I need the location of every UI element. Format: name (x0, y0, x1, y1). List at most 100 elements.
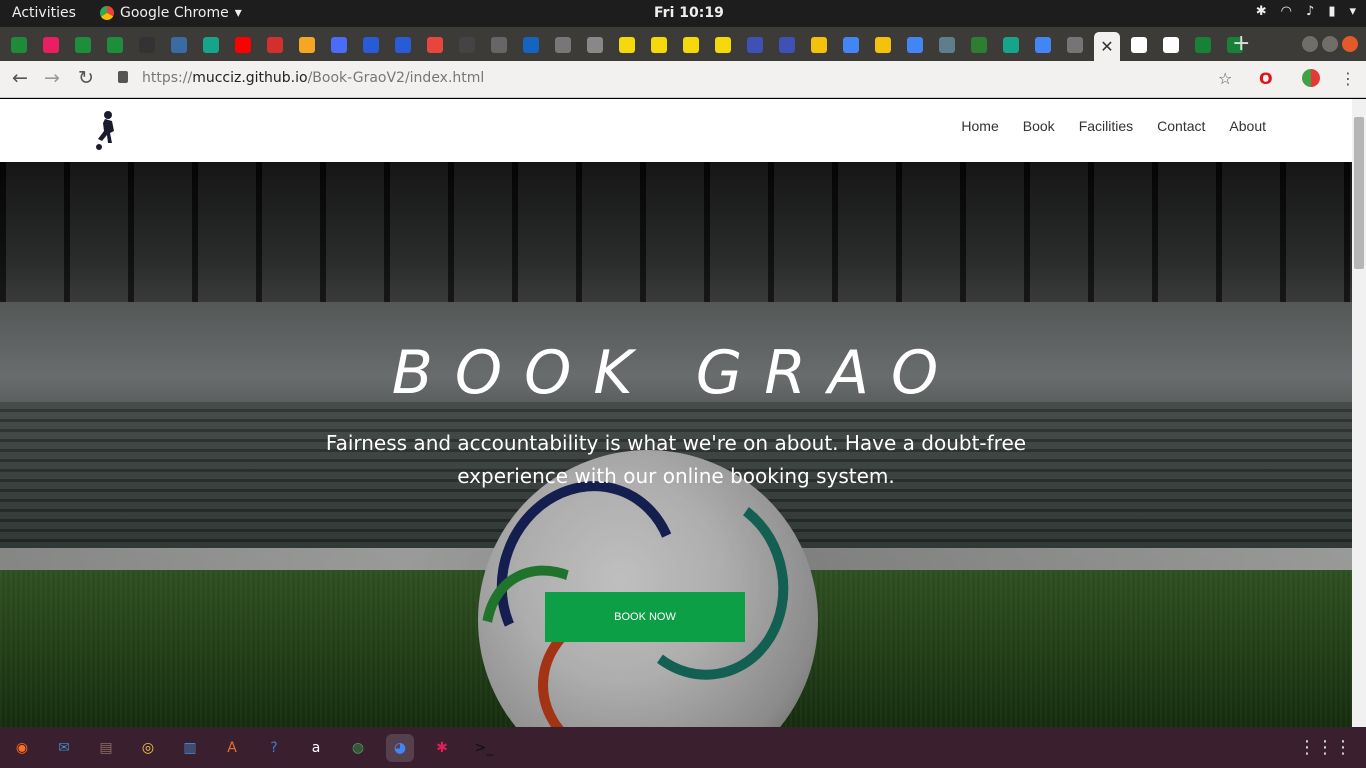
browser-tab[interactable] (198, 32, 224, 58)
tab-favicon-icon (619, 37, 635, 53)
browser-tab[interactable] (38, 32, 64, 58)
wifi-icon[interactable]: ◠ (1281, 4, 1292, 19)
firefox-icon[interactable]: ◉ (8, 734, 36, 762)
rhythmbox-icon[interactable]: ◎ (134, 734, 162, 762)
nav-facilities[interactable]: Facilities (1079, 118, 1133, 134)
chrome-icon[interactable]: ◕ (386, 734, 414, 762)
browser-tab[interactable] (102, 32, 128, 58)
browser-tab[interactable] (262, 32, 288, 58)
active-tab[interactable]: ✕ (1094, 32, 1120, 61)
files-icon[interactable]: ▤ (92, 734, 120, 762)
browser-tab[interactable] (166, 32, 192, 58)
new-tab-button[interactable]: + (1232, 31, 1250, 56)
browser-tab[interactable] (934, 32, 960, 58)
software-icon[interactable]: A (218, 734, 246, 762)
help-icon[interactable]: ? (260, 734, 288, 762)
browser-tab[interactable] (806, 32, 832, 58)
browser-tab[interactable] (838, 32, 864, 58)
thunderbird-icon[interactable]: ✉ (50, 734, 78, 762)
amazon-icon[interactable]: a (302, 734, 330, 762)
profile-avatar[interactable] (1302, 69, 1320, 91)
back-button[interactable]: ← (12, 67, 28, 89)
browser-tab[interactable] (358, 32, 384, 58)
minimize-button[interactable] (1302, 36, 1318, 52)
tab-favicon-icon (1067, 37, 1083, 53)
tab-favicon-icon (1163, 37, 1179, 53)
browser-tab[interactable] (1158, 32, 1184, 58)
terminal-icon[interactable]: >_ (470, 734, 498, 762)
browser-tab[interactable] (6, 32, 32, 58)
browser-tab[interactable] (774, 32, 800, 58)
chrome-menu-icon[interactable]: ⋮ (1340, 69, 1356, 88)
browser-tab[interactable] (710, 32, 736, 58)
tab-favicon-icon (43, 37, 59, 53)
nav-contact[interactable]: Contact (1157, 118, 1205, 134)
tab-favicon-icon (939, 37, 955, 53)
hero-subtitle: Fairness and accountability is what we'r… (325, 431, 1027, 488)
lock-icon[interactable] (118, 71, 128, 83)
browser-tab[interactable] (486, 32, 512, 58)
page-scrollbar[interactable] (1352, 99, 1366, 727)
app-menu[interactable]: Google Chrome ▾ (100, 5, 242, 21)
browser-tab[interactable] (998, 32, 1024, 58)
volume-icon[interactable]: ♪ (1306, 4, 1314, 19)
browser-tab[interactable] (902, 32, 928, 58)
tab-favicon-icon (683, 37, 699, 53)
browser-tab[interactable] (550, 32, 576, 58)
tab-favicon-icon (331, 37, 347, 53)
browser-tab[interactable] (518, 32, 544, 58)
tab-favicon-icon (11, 37, 27, 53)
browser-tab[interactable] (614, 32, 640, 58)
show-applications-icon[interactable]: ⋮⋮⋮ (1298, 737, 1352, 758)
slack-icon[interactable]: ✱ (428, 734, 456, 762)
url-host: mucciz.github.io (192, 70, 308, 86)
close-tab-icon[interactable]: ✕ (1100, 37, 1113, 56)
browser-tab[interactable] (1126, 32, 1152, 58)
scrollbar-thumb[interactable] (1354, 117, 1364, 269)
writer-icon[interactable]: ▥ (176, 734, 204, 762)
forward-button[interactable]: → (44, 67, 60, 89)
browser-tab[interactable] (230, 32, 256, 58)
browser-tab[interactable] (1062, 32, 1088, 58)
browser-tab[interactable] (294, 32, 320, 58)
footballer-logo-icon[interactable] (92, 109, 120, 153)
browser-tab[interactable] (742, 32, 768, 58)
tab-favicon-icon (651, 37, 667, 53)
bookmark-star-icon[interactable]: ☆ (1218, 69, 1232, 88)
battery-icon[interactable]: ▮ (1328, 4, 1335, 19)
browser-tab[interactable] (870, 32, 896, 58)
browser-tab[interactable] (454, 32, 480, 58)
browser-tab[interactable] (134, 32, 160, 58)
nav-book[interactable]: Book (1023, 118, 1055, 134)
maximize-button[interactable] (1322, 36, 1338, 52)
browser-tab[interactable] (70, 32, 96, 58)
tab-favicon-icon (971, 37, 987, 53)
browser-tab[interactable] (422, 32, 448, 58)
close-window-button[interactable] (1342, 36, 1358, 52)
browser-tab[interactable] (966, 32, 992, 58)
nav-home[interactable]: Home (961, 118, 998, 134)
book-now-button[interactable]: BOOK NOW (545, 592, 745, 642)
address-bar[interactable]: https://mucciz.github.io/Book-GraoV2/ind… (142, 70, 484, 86)
nav-about[interactable]: About (1229, 118, 1266, 134)
browser-tab[interactable] (1030, 32, 1056, 58)
mailspring-icon[interactable]: ◍ (344, 734, 372, 762)
browser-tab[interactable] (646, 32, 672, 58)
system-menu-arrow-icon[interactable]: ▾ (1349, 4, 1356, 19)
slack-tray-icon[interactable]: ✱ (1256, 4, 1267, 19)
browser-tab[interactable] (326, 32, 352, 58)
system-top-bar: Activities Google Chrome ▾ Fri 10:19 ✱ ◠… (0, 0, 1366, 27)
browser-tab[interactable] (678, 32, 704, 58)
activities-button[interactable]: Activities (12, 5, 76, 21)
browser-tab[interactable] (1190, 32, 1216, 58)
tab-list: ✕ (6, 32, 1248, 61)
clock[interactable]: Fri 10:19 (654, 5, 724, 21)
opera-extension-icon[interactable]: O (1259, 69, 1273, 88)
tab-favicon-icon (203, 37, 219, 53)
reload-button[interactable]: ↻ (78, 67, 94, 89)
browser-tab[interactable] (582, 32, 608, 58)
browser-tab[interactable] (390, 32, 416, 58)
tab-favicon-icon (395, 37, 411, 53)
system-tray[interactable]: ✱ ◠ ♪ ▮ ▾ (1256, 4, 1356, 19)
tab-favicon-icon (491, 37, 507, 53)
